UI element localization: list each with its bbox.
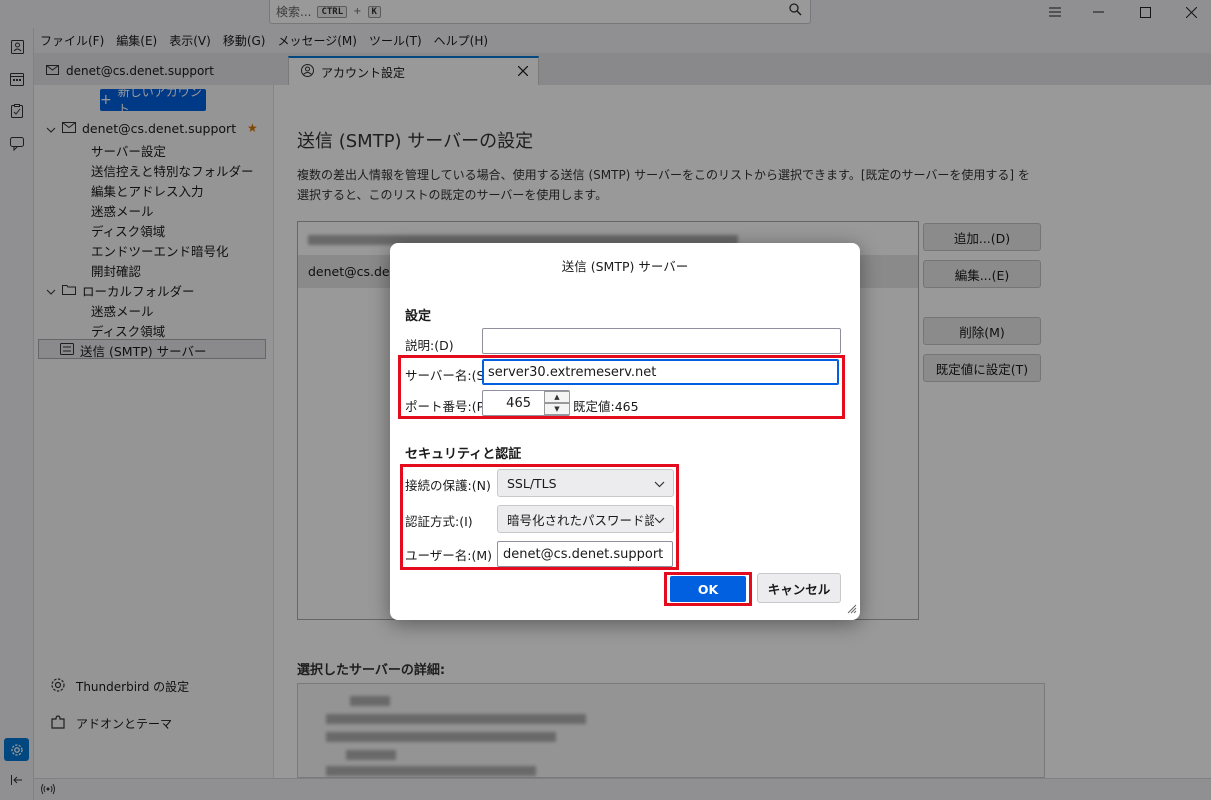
dialog-title: 送信 (SMTP) サーバー	[561, 259, 689, 274]
highlight-box-server	[398, 355, 845, 419]
highlight-box-ok	[664, 572, 752, 606]
description-input[interactable]	[482, 328, 841, 354]
resize-grip-icon[interactable]	[846, 603, 857, 617]
settings-section-heading: 設定	[405, 309, 432, 324]
security-section-heading: セキュリティと認証	[405, 447, 522, 462]
cancel-button[interactable]: キャンセル	[757, 573, 841, 603]
smtp-server-dialog: 送信 (SMTP) サーバー 設定 説明:(D) サーバー名:(S) serve…	[390, 243, 860, 620]
highlight-box-security	[400, 464, 679, 570]
description-label: 説明:(D)	[405, 338, 454, 353]
